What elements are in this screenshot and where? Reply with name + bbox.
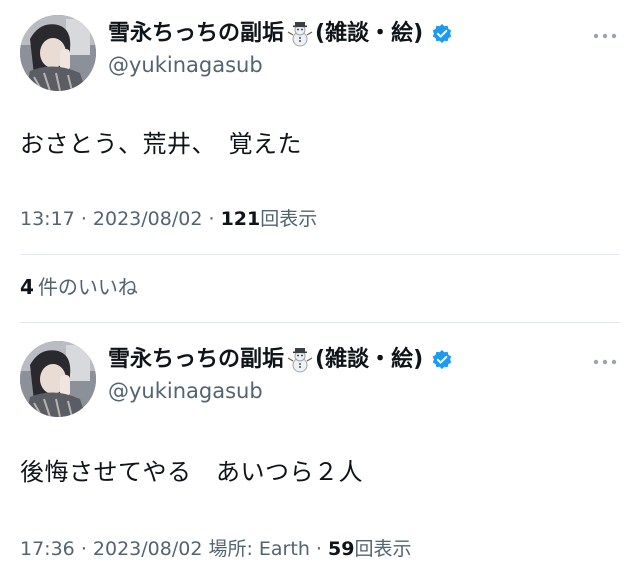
like-label: 件のいいね bbox=[37, 275, 138, 299]
tweet-date[interactable]: 2023/08/02 bbox=[93, 208, 203, 230]
like-count: 4 bbox=[20, 275, 34, 299]
meta-separator: · bbox=[208, 208, 215, 230]
more-options-icon[interactable] bbox=[592, 32, 618, 40]
avatar-photo bbox=[20, 15, 96, 91]
meta-separator: · bbox=[80, 208, 87, 230]
display-name[interactable]: 雪永ちっちの副垢 (雑談・絵) bbox=[108, 20, 453, 48]
snowman-icon bbox=[287, 347, 313, 373]
user-handle[interactable]: @yukinagasub bbox=[108, 378, 263, 404]
avatar-photo bbox=[20, 341, 96, 417]
avatar[interactable] bbox=[20, 341, 96, 417]
tweet-meta: 13:17 · 2023/08/02 · 121回表示 bbox=[20, 206, 317, 232]
divider bbox=[20, 322, 620, 323]
avatar[interactable] bbox=[20, 15, 96, 91]
likes-link[interactable]: 4 件のいいね bbox=[20, 274, 138, 300]
display-name-text: 雪永ちっちの副垢 bbox=[108, 347, 285, 372]
tweet-location: 場所: Earth bbox=[208, 538, 310, 560]
view-count: 121 bbox=[220, 208, 261, 230]
tweet-date[interactable]: 2023/08/02 bbox=[93, 538, 203, 560]
divider bbox=[20, 254, 620, 255]
user-handle[interactable]: @yukinagasub bbox=[108, 52, 263, 78]
more-options-icon[interactable] bbox=[592, 358, 618, 366]
tweet-text: おさとう、荒井、 覚えた bbox=[20, 130, 302, 158]
display-name-text: 雪永ちっちの副垢 bbox=[108, 21, 285, 46]
meta-separator: · bbox=[80, 538, 87, 560]
view-label: 回表示 bbox=[354, 538, 412, 560]
display-name-suffix: (雑談・絵) bbox=[315, 347, 424, 372]
tweet-card[interactable]: 雪永ちっちの副垢 (雑談・絵) @yukinagasub bbox=[0, 0, 640, 326]
tweet-time[interactable]: 17:36 bbox=[20, 538, 75, 560]
verified-badge-icon[interactable] bbox=[431, 23, 453, 45]
tweet-text: 後悔させてやる あいつら２人 bbox=[20, 458, 363, 486]
view-count: 59 bbox=[328, 538, 355, 560]
tweet-card[interactable]: 雪永ちっちの副垢 (雑談・絵) @yukinagasub bbox=[0, 326, 640, 573]
tweet-time[interactable]: 13:17 bbox=[20, 208, 75, 230]
display-name[interactable]: 雪永ちっちの副垢 (雑談・絵) bbox=[108, 346, 453, 374]
display-name-suffix: (雑談・絵) bbox=[315, 21, 424, 46]
view-label: 回表示 bbox=[260, 208, 318, 230]
verified-badge-icon[interactable] bbox=[431, 349, 453, 371]
snowman-icon bbox=[287, 21, 313, 47]
meta-separator: · bbox=[315, 538, 322, 560]
tweet-meta: 17:36 · 2023/08/02 場所: Earth · 59回表示 bbox=[20, 536, 411, 562]
